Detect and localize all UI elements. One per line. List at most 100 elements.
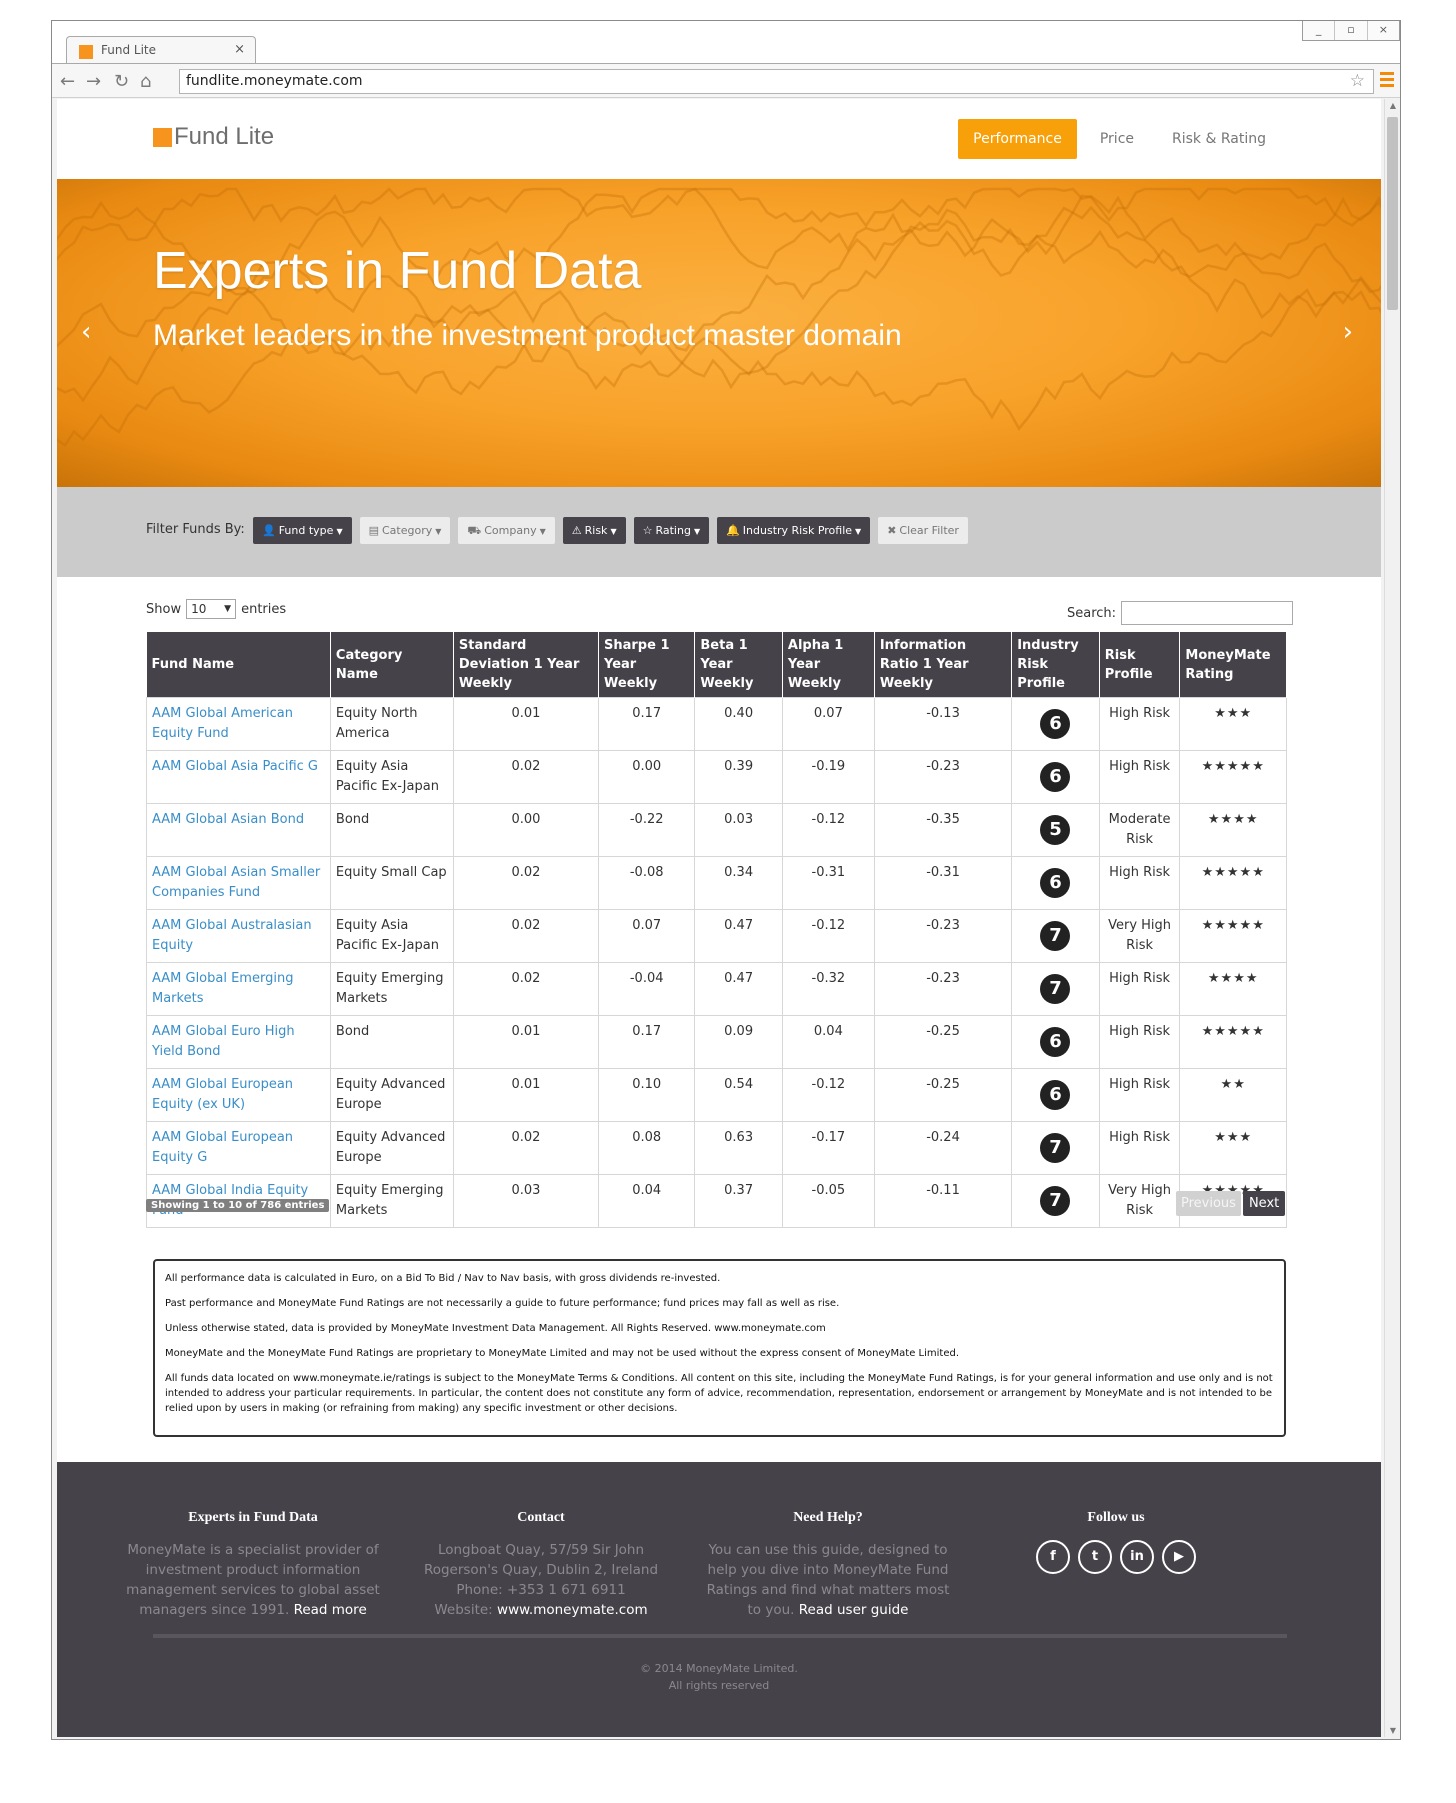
reload-icon[interactable]: ↻ xyxy=(114,71,129,92)
nav-performance[interactable]: Performance xyxy=(958,119,1077,159)
favicon-icon xyxy=(79,45,93,59)
facebook-icon[interactable]: f xyxy=(1036,1540,1070,1574)
filter-button-1[interactable]: ▤ Category ▼ xyxy=(359,517,451,544)
nav-risk-rating[interactable]: Risk & Rating xyxy=(1157,119,1281,159)
rating-stars: ★★★ xyxy=(1179,1121,1287,1175)
column-header-0[interactable]: Fund Name xyxy=(146,632,331,698)
show-prefix: Show xyxy=(146,601,182,617)
sharpe-cell: 0.00 xyxy=(597,750,696,804)
filter-label: Filter Funds By: xyxy=(146,522,245,537)
star-icon: ★ xyxy=(1214,865,1227,880)
filter-button-5[interactable]: 🔔 Industry Risk Profile ▼ xyxy=(717,517,871,544)
page-size-select[interactable]: 10 ▼ xyxy=(186,599,237,619)
star-icon: ★ xyxy=(1239,1024,1253,1039)
caret-down-icon: ▼ xyxy=(610,527,617,536)
filter-button-4[interactable]: ☆ Rating ▼ xyxy=(633,517,710,544)
sharpe-cell: 0.07 xyxy=(597,909,696,963)
read-user-guide-link[interactable]: Read user guide xyxy=(799,1602,909,1618)
footer-contact: Contact Longboat Quay, 57/59 Sir John Ro… xyxy=(411,1510,671,1620)
footer-about-title: Experts in Fund Data xyxy=(188,1510,318,1525)
column-header-2[interactable]: Standard Deviation 1 Year Weekly xyxy=(453,632,600,698)
youtube-icon[interactable]: ▶ xyxy=(1162,1540,1196,1574)
table-row: AAM Global European Equity (ex UK) Equity… xyxy=(146,1068,1287,1122)
scroll-down-icon[interactable]: ▼ xyxy=(1385,1726,1401,1735)
filter-button-6[interactable]: ✖ Clear Filter xyxy=(878,517,968,544)
alpha-cell: -0.31 xyxy=(781,856,875,910)
fund-name-link[interactable]: AAM Global Emerging Markets xyxy=(146,962,331,1016)
bookmark-star-icon[interactable]: ☆ xyxy=(1350,71,1365,91)
risk-profile-cell: High Risk xyxy=(1098,856,1181,910)
maximize-icon[interactable]: ▫ xyxy=(1335,21,1368,40)
category-cell: Equity Advanced Europe xyxy=(329,1121,454,1175)
fund-name-link[interactable]: AAM Global Asian Smaller Companies Fund xyxy=(146,856,331,910)
risk-badge: 7 xyxy=(1040,974,1071,1004)
filter-button-3[interactable]: ⚠ Risk ▼ xyxy=(562,517,626,544)
filter-button-2[interactable]: ⛟ Company ▼ xyxy=(458,517,555,544)
address-bar[interactable]: fundlite.moneymate.com ☆ xyxy=(179,69,1374,94)
fund-name-link[interactable]: AAM Global Asian Bond xyxy=(146,803,331,857)
beta-cell: 0.47 xyxy=(694,962,783,1016)
scroll-up-icon[interactable]: ▲ xyxy=(1385,101,1401,110)
back-icon[interactable]: ← xyxy=(60,71,75,92)
linkedin-icon[interactable]: in xyxy=(1120,1540,1154,1574)
alpha-cell: 0.04 xyxy=(781,1015,875,1069)
tab-close-icon[interactable]: × xyxy=(234,42,245,57)
column-header-8[interactable]: Risk Profile xyxy=(1099,632,1181,698)
column-header-4[interactable]: Beta 1 Year Weekly xyxy=(694,632,783,698)
fund-name-link[interactable]: AAM Global Euro High Yield Bond xyxy=(146,1015,331,1069)
star-icon: ★ xyxy=(1245,971,1259,986)
column-header-5[interactable]: Alpha 1 Year Weekly xyxy=(782,632,875,698)
star-icon: ★ xyxy=(1226,759,1240,774)
home-icon[interactable]: ⌂ xyxy=(140,71,151,92)
column-header-9[interactable]: MoneyMate Rating xyxy=(1179,632,1287,698)
nav-price[interactable]: Price xyxy=(1085,119,1149,159)
page-scrollbar[interactable]: ▲ ▼ xyxy=(1384,99,1400,1737)
column-header-6[interactable]: Information Ratio 1 Year Weekly xyxy=(874,632,1013,698)
star-icon: ★ xyxy=(1214,706,1227,721)
fund-name-link[interactable]: AAM Global American Equity Fund xyxy=(146,697,331,751)
carousel-next-icon[interactable]: › xyxy=(1343,317,1353,347)
industry-risk-cell: 6 xyxy=(1011,750,1100,804)
forward-icon[interactable]: → xyxy=(86,71,101,92)
column-header-3[interactable]: Sharpe 1 Year Weekly xyxy=(598,632,696,698)
risk-badge: 5 xyxy=(1040,815,1071,845)
risk-badge: 6 xyxy=(1040,868,1071,898)
rating-stars: ★★★★ xyxy=(1179,803,1287,857)
std-dev-cell: 0.00 xyxy=(452,803,600,857)
browser-window: Fund Lite × _ ▫ × ← → ↻ ⌂ fundlite.money… xyxy=(51,20,1401,1740)
carousel-prev-icon[interactable]: ‹ xyxy=(81,317,91,347)
disclaimer-paragraph: MoneyMate and the MoneyMate Fund Ratings… xyxy=(165,1348,960,1359)
browser-tab[interactable]: Fund Lite × xyxy=(66,36,256,64)
star-icon: ★ xyxy=(1239,865,1253,880)
star-icon: ★ xyxy=(1214,918,1227,933)
fund-name-link[interactable]: AAM Global European Equity (ex UK) xyxy=(146,1068,331,1122)
search-input[interactable] xyxy=(1121,601,1294,625)
minimize-icon[interactable]: _ xyxy=(1303,21,1336,40)
browser-menu-icon[interactable] xyxy=(1380,72,1394,90)
brand-logo[interactable]: Fund Lite xyxy=(153,123,274,151)
info-ratio-cell: -0.23 xyxy=(873,909,1013,963)
std-dev-cell: 0.02 xyxy=(452,750,600,804)
footer-about: Experts in Fund Data MoneyMate is a spec… xyxy=(123,1510,383,1620)
fund-name-link[interactable]: AAM Global European Equity G xyxy=(146,1121,331,1175)
alpha-cell: -0.12 xyxy=(781,1068,875,1122)
fund-name-link[interactable]: AAM Global Australasian Equity xyxy=(146,909,331,963)
filter-button-0[interactable]: 👤 Fund type ▼ xyxy=(253,517,352,544)
read-more-link[interactable]: Read more xyxy=(294,1602,367,1618)
caret-down-icon: ▼ xyxy=(855,527,862,536)
industry-risk-cell: 6 xyxy=(1011,697,1100,751)
column-header-1[interactable]: Category Name xyxy=(330,632,454,698)
scrollbar-thumb[interactable] xyxy=(1387,117,1398,310)
table-row: AAM Global European Equity G Equity Advan… xyxy=(146,1121,1287,1175)
star-icon: ★ xyxy=(1220,971,1234,986)
website-link[interactable]: www.moneymate.com xyxy=(497,1602,648,1618)
copyright: © 2014 MoneyMate Limited. All rights res… xyxy=(57,1660,1381,1694)
fund-name-link[interactable]: AAM Global Asia Pacific G xyxy=(146,750,331,804)
info-ratio-cell: -0.23 xyxy=(873,962,1013,1016)
next-button[interactable]: Next xyxy=(1242,1191,1286,1216)
column-header-7[interactable]: Industry Risk Profile xyxy=(1011,632,1100,698)
previous-button[interactable]: Previous xyxy=(1176,1191,1241,1216)
twitter-icon[interactable]: t xyxy=(1078,1540,1112,1574)
close-window-icon[interactable]: × xyxy=(1368,21,1399,40)
risk-profile-cell: Very High Risk xyxy=(1098,909,1181,963)
